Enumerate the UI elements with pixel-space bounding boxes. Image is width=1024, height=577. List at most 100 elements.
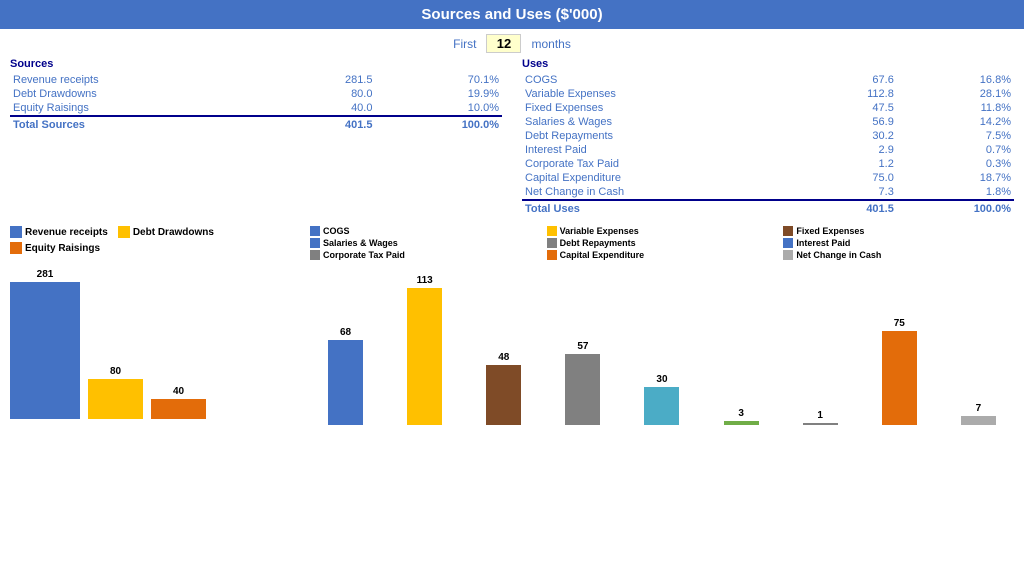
- legend-label: Net Change in Cash: [796, 250, 881, 260]
- bar-value-label: 113: [417, 275, 433, 286]
- bar-rect: [407, 288, 442, 425]
- row-pct: 19.9%: [375, 87, 502, 101]
- row-pct: 70.1%: [375, 73, 502, 87]
- bar-value-label: 281: [37, 269, 54, 280]
- months-label: months: [532, 37, 571, 51]
- legend-item: Interest Paid: [783, 238, 1014, 248]
- row-label: Net Change in Cash: [522, 185, 806, 200]
- charts-section: Revenue receiptsDebt DrawdownsEquity Rai…: [0, 221, 1024, 430]
- row-pct: 16.8%: [897, 73, 1014, 87]
- bar-group: 281: [10, 269, 80, 419]
- uses-total-row: Total Uses 401.5 100.0%: [522, 200, 1014, 216]
- table-row: COGS67.616.8%: [522, 73, 1014, 87]
- bar-value-label: 3: [738, 408, 744, 419]
- months-selector-row: First 12 months: [0, 29, 1024, 58]
- row-value: 30.2: [806, 129, 897, 143]
- legend-color: [118, 226, 130, 238]
- legend-label: Revenue receipts: [25, 227, 108, 238]
- row-value: 281.5: [278, 73, 376, 87]
- sources-total-label: Total Sources: [10, 116, 278, 132]
- legend-color: [783, 238, 793, 248]
- row-label: Interest Paid: [522, 143, 806, 157]
- bar-value-label: 68: [340, 327, 351, 338]
- sources-panel: Sources Revenue receipts281.570.1%Debt D…: [10, 58, 512, 216]
- row-label: Corporate Tax Paid: [522, 157, 806, 171]
- page-title: Sources and Uses ($'000): [0, 0, 1024, 29]
- sources-total-row: Total Sources 401.5 100.0%: [10, 116, 502, 132]
- table-row: Corporate Tax Paid1.20.3%: [522, 157, 1014, 171]
- row-value: 47.5: [806, 101, 897, 115]
- legend-label: COGS: [323, 226, 350, 236]
- bar-value-label: 57: [577, 341, 588, 352]
- row-pct: 28.1%: [897, 87, 1014, 101]
- legend-item: Salaries & Wages: [310, 238, 541, 248]
- legend-item: Revenue receipts: [10, 226, 108, 238]
- legend-color: [10, 226, 22, 238]
- bar-group: 30: [644, 275, 679, 425]
- table-row: Salaries & Wages56.914.2%: [522, 115, 1014, 129]
- uses-chart: COGS Variable Expenses Fixed Expenses Salar…: [310, 226, 1014, 425]
- legend-label: Corporate Tax Paid: [323, 250, 405, 260]
- months-input[interactable]: 12: [486, 34, 521, 53]
- bar-value-label: 75: [894, 318, 905, 329]
- bar-rect: [10, 282, 80, 419]
- row-value: 1.2: [806, 157, 897, 171]
- bar-rect: [565, 354, 600, 425]
- sources-chart: Revenue receiptsDebt DrawdownsEquity Rai…: [10, 226, 310, 425]
- bar-value-label: 40: [173, 386, 184, 397]
- row-pct: 14.2%: [897, 115, 1014, 129]
- legend-item: Capital Expenditure: [547, 250, 778, 260]
- row-label: COGS: [522, 73, 806, 87]
- bar-group: 75: [882, 275, 917, 425]
- bar-group: 80: [88, 269, 143, 419]
- sources-title: Sources: [10, 58, 502, 70]
- legend-label: Fixed Expenses: [796, 226, 864, 236]
- row-pct: 1.8%: [897, 185, 1014, 200]
- table-row: Fixed Expenses47.511.8%: [522, 101, 1014, 115]
- bar-rect: [803, 423, 838, 425]
- row-label: Revenue receipts: [10, 73, 278, 87]
- row-pct: 10.0%: [375, 101, 502, 116]
- row-value: 2.9: [806, 143, 897, 157]
- uses-total-value: 401.5: [806, 200, 897, 216]
- row-value: 112.8: [806, 87, 897, 101]
- legend-item: Equity Raisings: [10, 242, 100, 254]
- bar-group: 7: [961, 275, 996, 425]
- legend-color: [310, 250, 320, 260]
- sources-total-pct: 100.0%: [375, 116, 502, 132]
- legend-item: Variable Expenses: [547, 226, 778, 236]
- bar-rect: [882, 331, 917, 425]
- bar-group: 1: [803, 275, 838, 425]
- legend-item: Debt Repayments: [547, 238, 778, 248]
- sources-bar-chart: 281 80 40: [10, 259, 310, 419]
- row-pct: 7.5%: [897, 129, 1014, 143]
- legend-label: Variable Expenses: [560, 226, 639, 236]
- bar-rect: [151, 399, 206, 419]
- bar-group: 40: [151, 269, 206, 419]
- bar-group: 113: [407, 275, 442, 425]
- row-pct: 0.7%: [897, 143, 1014, 157]
- legend-color: [547, 226, 557, 236]
- legend-color: [547, 250, 557, 260]
- row-value: 40.0: [278, 101, 376, 116]
- data-tables-section: Sources Revenue receipts281.570.1%Debt D…: [0, 58, 1024, 216]
- sources-legend: Revenue receiptsDebt DrawdownsEquity Rai…: [10, 226, 310, 254]
- first-label: First: [453, 37, 476, 51]
- legend-color: [310, 226, 320, 236]
- table-row: Debt Drawdowns80.019.9%: [10, 87, 502, 101]
- bar-rect: [328, 340, 363, 425]
- row-label: Debt Repayments: [522, 129, 806, 143]
- bar-group: 57: [565, 275, 600, 425]
- legend-item: Corporate Tax Paid: [310, 250, 541, 260]
- legend-label: Capital Expenditure: [560, 250, 645, 260]
- table-row: Variable Expenses112.828.1%: [522, 87, 1014, 101]
- row-label: Fixed Expenses: [522, 101, 806, 115]
- bar-rect: [486, 365, 521, 425]
- row-value: 80.0: [278, 87, 376, 101]
- uses-total-label: Total Uses: [522, 200, 806, 216]
- row-pct: 0.3%: [897, 157, 1014, 171]
- legend-color: [310, 238, 320, 248]
- row-label: Debt Drawdowns: [10, 87, 278, 101]
- bar-value-label: 30: [656, 374, 667, 385]
- main-wrapper: Sources and Uses ($'000) First 12 months…: [0, 0, 1024, 430]
